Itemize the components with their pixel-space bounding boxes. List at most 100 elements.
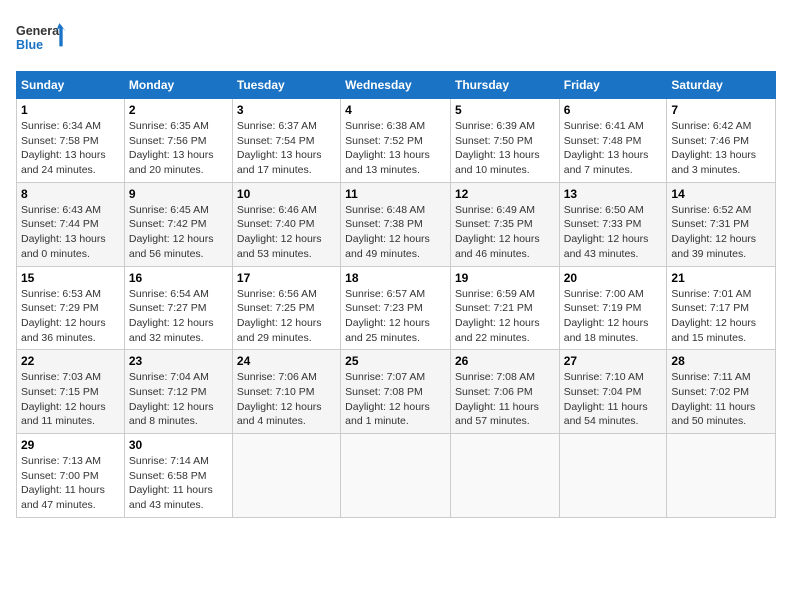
day-number: 8 bbox=[21, 187, 120, 201]
calendar-week-4: 22 Sunrise: 7:03 AM Sunset: 7:15 PM Dayli… bbox=[17, 350, 776, 434]
col-header-thursday: Thursday bbox=[450, 72, 559, 99]
day-number: 19 bbox=[455, 271, 555, 285]
day-info: Sunrise: 7:06 AM Sunset: 7:10 PM Dayligh… bbox=[237, 370, 336, 429]
day-number: 1 bbox=[21, 103, 120, 117]
calendar-cell bbox=[232, 434, 340, 518]
col-header-tuesday: Tuesday bbox=[232, 72, 340, 99]
calendar-cell: 6 Sunrise: 6:41 AM Sunset: 7:48 PM Daylig… bbox=[559, 99, 667, 183]
logo: General Blue bbox=[16, 16, 66, 61]
calendar-cell: 29Sunrise: 7:13 AM Sunset: 7:00 PM Dayli… bbox=[17, 434, 125, 518]
day-number: 7 bbox=[671, 103, 771, 117]
day-info: Sunrise: 6:43 AM Sunset: 7:44 PM Dayligh… bbox=[21, 203, 120, 262]
day-number: 26 bbox=[455, 354, 555, 368]
calendar-cell: 21 Sunrise: 7:01 AM Sunset: 7:17 PM Dayli… bbox=[667, 266, 776, 350]
day-info: Sunrise: 6:54 AM Sunset: 7:27 PM Dayligh… bbox=[129, 287, 228, 346]
calendar-cell: 17 Sunrise: 6:56 AM Sunset: 7:25 PM Dayli… bbox=[232, 266, 340, 350]
day-number: 28 bbox=[671, 354, 771, 368]
day-info: Sunrise: 7:01 AM Sunset: 7:17 PM Dayligh… bbox=[671, 287, 771, 346]
calendar-cell: 8 Sunrise: 6:43 AM Sunset: 7:44 PM Daylig… bbox=[17, 182, 125, 266]
calendar-week-3: 15 Sunrise: 6:53 AM Sunset: 7:29 PM Dayli… bbox=[17, 266, 776, 350]
calendar-cell: 25 Sunrise: 7:07 AM Sunset: 7:08 PM Dayli… bbox=[341, 350, 451, 434]
day-number: 18 bbox=[345, 271, 446, 285]
day-number: 27 bbox=[564, 354, 663, 368]
calendar-table: SundayMondayTuesdayWednesdayThursdayFrid… bbox=[16, 71, 776, 518]
calendar-cell: 14 Sunrise: 6:52 AM Sunset: 7:31 PM Dayli… bbox=[667, 182, 776, 266]
svg-text:Blue: Blue bbox=[16, 38, 43, 52]
day-number: 25 bbox=[345, 354, 446, 368]
day-info: Sunrise: 7:03 AM Sunset: 7:15 PM Dayligh… bbox=[21, 370, 120, 429]
calendar-cell: 23 Sunrise: 7:04 AM Sunset: 7:12 PM Dayli… bbox=[124, 350, 232, 434]
calendar-cell: 3Sunrise: 6:37 AM Sunset: 7:54 PM Daylig… bbox=[232, 99, 340, 183]
day-number: 21 bbox=[671, 271, 771, 285]
day-number: 24 bbox=[237, 354, 336, 368]
day-number: 13 bbox=[564, 187, 663, 201]
calendar-cell: 18 Sunrise: 6:57 AM Sunset: 7:23 PM Dayli… bbox=[341, 266, 451, 350]
calendar-week-1: 1 Sunrise: 6:34 AM Sunset: 7:58 PM Daylig… bbox=[17, 99, 776, 183]
calendar-cell: 19Sunrise: 6:59 AM Sunset: 7:21 PM Dayli… bbox=[450, 266, 559, 350]
day-info: Sunrise: 6:46 AM Sunset: 7:40 PM Dayligh… bbox=[237, 203, 336, 262]
calendar-cell: 9Sunrise: 6:45 AM Sunset: 7:42 PM Daylig… bbox=[124, 182, 232, 266]
day-info: Sunrise: 6:48 AM Sunset: 7:38 PM Dayligh… bbox=[345, 203, 446, 262]
calendar-cell: 22 Sunrise: 7:03 AM Sunset: 7:15 PM Dayli… bbox=[17, 350, 125, 434]
col-header-monday: Monday bbox=[124, 72, 232, 99]
calendar-cell: 5Sunrise: 6:39 AM Sunset: 7:50 PM Daylig… bbox=[450, 99, 559, 183]
day-info: Sunrise: 6:45 AM Sunset: 7:42 PM Dayligh… bbox=[129, 203, 228, 262]
col-header-wednesday: Wednesday bbox=[341, 72, 451, 99]
calendar-week-5: 29Sunrise: 7:13 AM Sunset: 7:00 PM Dayli… bbox=[17, 434, 776, 518]
day-info: Sunrise: 6:50 AM Sunset: 7:33 PM Dayligh… bbox=[564, 203, 663, 262]
day-info: Sunrise: 6:57 AM Sunset: 7:23 PM Dayligh… bbox=[345, 287, 446, 346]
calendar-cell: 7 Sunrise: 6:42 AM Sunset: 7:46 PM Daylig… bbox=[667, 99, 776, 183]
day-info: Sunrise: 7:00 AM Sunset: 7:19 PM Dayligh… bbox=[564, 287, 663, 346]
day-number: 22 bbox=[21, 354, 120, 368]
calendar-cell bbox=[667, 434, 776, 518]
day-number: 30 bbox=[129, 438, 228, 452]
day-number: 23 bbox=[129, 354, 228, 368]
calendar-cell: 4Sunrise: 6:38 AM Sunset: 7:52 PM Daylig… bbox=[341, 99, 451, 183]
calendar-cell: 30 Sunrise: 7:14 AM Sunset: 6:58 PM Dayli… bbox=[124, 434, 232, 518]
calendar-cell: 28 Sunrise: 7:11 AM Sunset: 7:02 PM Dayli… bbox=[667, 350, 776, 434]
day-info: Sunrise: 7:10 AM Sunset: 7:04 PM Dayligh… bbox=[564, 370, 663, 429]
day-info: Sunrise: 7:07 AM Sunset: 7:08 PM Dayligh… bbox=[345, 370, 446, 429]
day-info: Sunrise: 6:34 AM Sunset: 7:58 PM Dayligh… bbox=[21, 119, 120, 178]
day-number: 10 bbox=[237, 187, 336, 201]
day-info: Sunrise: 7:13 AM Sunset: 7:00 PM Dayligh… bbox=[21, 454, 120, 513]
calendar-cell: 24 Sunrise: 7:06 AM Sunset: 7:10 PM Dayli… bbox=[232, 350, 340, 434]
col-header-sunday: Sunday bbox=[17, 72, 125, 99]
calendar-cell: 10 Sunrise: 6:46 AM Sunset: 7:40 PM Dayli… bbox=[232, 182, 340, 266]
calendar-cell: 26Sunrise: 7:08 AM Sunset: 7:06 PM Dayli… bbox=[450, 350, 559, 434]
day-number: 11 bbox=[345, 187, 446, 201]
day-number: 6 bbox=[564, 103, 663, 117]
day-info: Sunrise: 6:37 AM Sunset: 7:54 PM Dayligh… bbox=[237, 119, 336, 178]
calendar-week-2: 8 Sunrise: 6:43 AM Sunset: 7:44 PM Daylig… bbox=[17, 182, 776, 266]
calendar-cell: 20Sunrise: 7:00 AM Sunset: 7:19 PM Dayli… bbox=[559, 266, 667, 350]
day-info: Sunrise: 7:11 AM Sunset: 7:02 PM Dayligh… bbox=[671, 370, 771, 429]
calendar-cell: 12Sunrise: 6:49 AM Sunset: 7:35 PM Dayli… bbox=[450, 182, 559, 266]
calendar-cell: 15 Sunrise: 6:53 AM Sunset: 7:29 PM Dayli… bbox=[17, 266, 125, 350]
day-info: Sunrise: 6:53 AM Sunset: 7:29 PM Dayligh… bbox=[21, 287, 120, 346]
calendar-cell bbox=[341, 434, 451, 518]
calendar-cell: 11 Sunrise: 6:48 AM Sunset: 7:38 PM Dayli… bbox=[341, 182, 451, 266]
svg-text:General: General bbox=[16, 24, 63, 38]
day-info: Sunrise: 7:14 AM Sunset: 6:58 PM Dayligh… bbox=[129, 454, 228, 513]
day-number: 2 bbox=[129, 103, 228, 117]
day-info: Sunrise: 6:56 AM Sunset: 7:25 PM Dayligh… bbox=[237, 287, 336, 346]
day-number: 15 bbox=[21, 271, 120, 285]
day-number: 17 bbox=[237, 271, 336, 285]
day-info: Sunrise: 6:35 AM Sunset: 7:56 PM Dayligh… bbox=[129, 119, 228, 178]
logo-svg: General Blue bbox=[16, 16, 66, 61]
day-info: Sunrise: 7:04 AM Sunset: 7:12 PM Dayligh… bbox=[129, 370, 228, 429]
header: General Blue bbox=[16, 16, 776, 61]
col-header-friday: Friday bbox=[559, 72, 667, 99]
calendar-cell bbox=[559, 434, 667, 518]
calendar-cell bbox=[450, 434, 559, 518]
day-info: Sunrise: 6:41 AM Sunset: 7:48 PM Dayligh… bbox=[564, 119, 663, 178]
calendar-cell: 16 Sunrise: 6:54 AM Sunset: 7:27 PM Dayli… bbox=[124, 266, 232, 350]
day-number: 12 bbox=[455, 187, 555, 201]
day-number: 16 bbox=[129, 271, 228, 285]
calendar-cell: 13 Sunrise: 6:50 AM Sunset: 7:33 PM Dayli… bbox=[559, 182, 667, 266]
day-info: Sunrise: 6:42 AM Sunset: 7:46 PM Dayligh… bbox=[671, 119, 771, 178]
day-number: 14 bbox=[671, 187, 771, 201]
day-info: Sunrise: 6:52 AM Sunset: 7:31 PM Dayligh… bbox=[671, 203, 771, 262]
day-info: Sunrise: 6:39 AM Sunset: 7:50 PM Dayligh… bbox=[455, 119, 555, 178]
day-info: Sunrise: 6:38 AM Sunset: 7:52 PM Dayligh… bbox=[345, 119, 446, 178]
